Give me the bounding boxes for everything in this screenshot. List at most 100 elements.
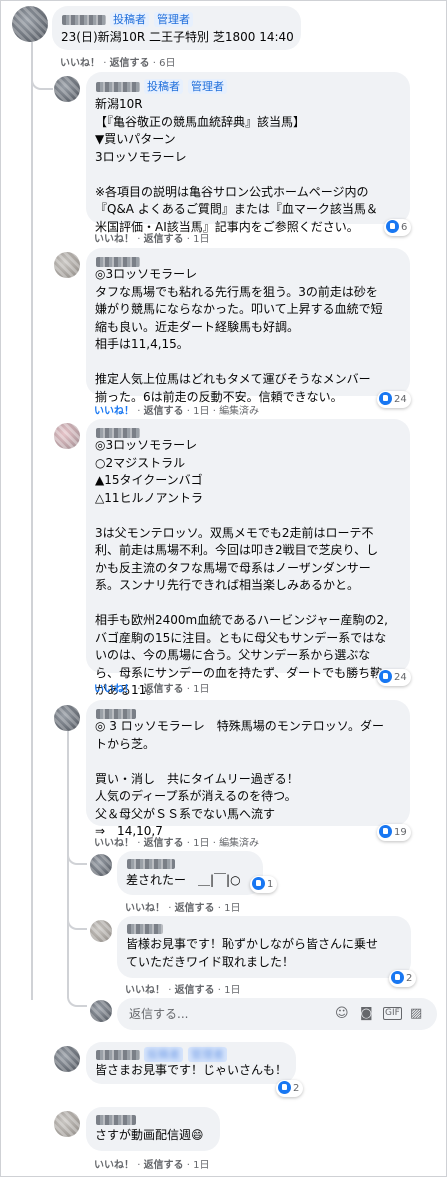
avatar[interactable] xyxy=(90,920,112,942)
poster-badge: 投稿者 xyxy=(144,1047,183,1062)
like-button[interactable]: いいね！ xyxy=(94,406,134,417)
reply-button[interactable]: 返信する xyxy=(110,58,150,69)
comment-actions: いいね！ · 返信する · 1日 xyxy=(94,1160,210,1171)
author-name[interactable] xyxy=(96,1050,140,1060)
avatar[interactable] xyxy=(54,252,80,278)
comment-actions: いいね！ · 返信する · 1日 · 編集済み xyxy=(94,838,260,849)
thread-line xyxy=(67,987,87,1007)
comment-actions: いいね！ · 返信する · 1日 · 編集済み xyxy=(94,406,260,417)
reaction-count[interactable]: 1 xyxy=(250,876,278,893)
comment-text: 皆さまお見事です！じゃいさんも！ xyxy=(95,1063,288,1077)
sticker-icon[interactable]: ▨ xyxy=(410,1007,422,1021)
reply-button[interactable]: 返信する xyxy=(144,1160,184,1171)
reply-button[interactable]: 返信する xyxy=(144,406,184,417)
reaction-count[interactable]: 2 xyxy=(276,1080,304,1097)
author-name[interactable] xyxy=(96,1115,136,1125)
timestamp[interactable]: 1日 xyxy=(193,684,209,695)
comment-bubble: 皆様お見事です！恥ずかしながら皆さんに乗せ ていただきワイド取れました！ xyxy=(117,916,411,978)
reaction-count[interactable]: 24 xyxy=(377,391,411,408)
reply-button[interactable]: 返信する xyxy=(144,684,184,695)
reply-button[interactable]: 返信する xyxy=(144,234,184,245)
reaction-count[interactable]: 6 xyxy=(384,219,412,236)
admin-badge: 管理者 xyxy=(188,1047,227,1062)
like-reaction-icon xyxy=(278,1081,291,1094)
comment-bubble: 投稿者 管理者 皆さまお見事です！じゃいさんも！ xyxy=(86,1042,296,1084)
timestamp[interactable]: 6日 xyxy=(159,58,175,69)
like-reaction-icon xyxy=(391,971,404,984)
comment-actions: いいね！ · 返信する · 1日 xyxy=(94,684,210,695)
comment-bubble: 投稿者 管理者 23(日)新潟10R 二王子特別 芝1800 14:40 xyxy=(52,6,301,50)
comment-text: ◎3ロッソモラーレ タフな馬場でも粘れる先行馬を狙う。3の前走は砂を 嫌がり競馬… xyxy=(95,267,383,404)
comment-actions: いいね！ · 返信する · 6日 xyxy=(60,58,176,69)
like-reaction-icon xyxy=(386,220,399,233)
timestamp[interactable]: 1日 xyxy=(193,838,209,849)
avatar[interactable] xyxy=(54,1046,80,1072)
reply-input[interactable]: 返信する... xyxy=(129,1005,188,1022)
comment-text: ◎ 3 ロッソモラーレ 特殊馬場のモンテロッソ。ダー トから芝。 買い・消し 共… xyxy=(95,719,385,838)
like-button[interactable]: いいね！ xyxy=(94,684,134,695)
comment-text: 皆様お見事です！恥ずかしながら皆さんに乗せ ていただきワイド取れました！ xyxy=(126,937,379,969)
comment-bubble: 差されたー ＿|￣|○ xyxy=(117,851,263,895)
reply-input-box[interactable]: 返信する... ☺ ◙ GIF ▨ xyxy=(117,998,437,1030)
like-reaction-icon xyxy=(379,392,392,405)
author-name[interactable] xyxy=(62,15,106,25)
comment-bubble: 投稿者 管理者 新潟10R 【『亀谷敬正の競馬血統辞典』該当馬】 ▼買いパターン… xyxy=(86,72,410,234)
avatar[interactable] xyxy=(54,705,80,731)
comment-bubble: ◎3ロッソモラーレ タフな馬場でも粘れる先行馬を狙う。3の前走は砂を 嫌がり競馬… xyxy=(86,248,410,404)
comment-text: さすが動画配信週😄 xyxy=(95,1128,204,1142)
comment-text: ◎3ロッソモラーレ ○2マジストラル ▲15タイクーンバゴ △11ヒルノアントラ… xyxy=(95,438,388,697)
gif-icon[interactable]: GIF xyxy=(383,1007,402,1020)
like-button[interactable]: いいね！ xyxy=(60,58,100,69)
poster-badge: 投稿者 xyxy=(144,79,183,94)
thread-line xyxy=(31,40,33,1000)
reaction-count[interactable]: 24 xyxy=(377,669,411,686)
like-reaction-icon xyxy=(252,877,265,890)
avatar xyxy=(90,1000,112,1022)
timestamp[interactable]: 1日 xyxy=(193,1160,209,1171)
like-button[interactable]: いいね！ xyxy=(94,838,134,849)
comment-bubble: さすが動画配信週😄 xyxy=(86,1107,220,1151)
thread-line xyxy=(67,728,69,998)
timestamp[interactable]: 1日 xyxy=(224,903,240,914)
avatar[interactable] xyxy=(54,423,80,449)
author-name[interactable] xyxy=(127,924,163,934)
reply-button[interactable]: 返信する xyxy=(175,903,215,914)
like-reaction-icon xyxy=(379,670,392,683)
reply-button[interactable]: 返信する xyxy=(144,838,184,849)
author-name[interactable] xyxy=(96,82,140,92)
reaction-count[interactable]: 2 xyxy=(389,970,417,987)
avatar[interactable] xyxy=(54,76,80,102)
timestamp[interactable]: 1日 xyxy=(193,406,209,417)
camera-icon[interactable]: ◙ xyxy=(360,1007,373,1021)
avatar[interactable] xyxy=(90,854,112,876)
like-button[interactable]: いいね！ xyxy=(125,985,165,996)
like-reaction-icon xyxy=(379,825,392,838)
thread-line xyxy=(67,910,87,930)
comment-actions: いいね！ · 返信する · 1日 xyxy=(125,903,241,914)
comment-actions: いいね！ · 返信する · 1日 xyxy=(94,234,210,245)
comment-actions: いいね！ · 返信する · 1日 xyxy=(125,985,241,996)
like-button[interactable]: いいね！ xyxy=(94,234,134,245)
author-name[interactable] xyxy=(127,859,175,869)
poster-badge: 投稿者 xyxy=(110,12,149,27)
comment-text: 23(日)新潟10R 二王子特別 芝1800 14:40 xyxy=(61,30,294,44)
timestamp[interactable]: 1日 xyxy=(193,234,209,245)
comment-bubble: ◎ 3 ロッソモラーレ 特殊馬場のモンテロッソ。ダー トから芝。 買い・消し 共… xyxy=(86,700,410,838)
avatar[interactable] xyxy=(54,1111,80,1137)
edited-label[interactable]: 編集済み xyxy=(219,838,259,849)
comment-bubble: ◎3ロッソモラーレ ○2マジストラル ▲15タイクーンバゴ △11ヒルノアントラ… xyxy=(86,419,410,697)
admin-badge: 管理者 xyxy=(188,79,227,94)
thread-line xyxy=(67,845,87,865)
comment-text: 差されたー ＿|￣|○ xyxy=(126,873,241,887)
emoji-icon[interactable]: ☺ xyxy=(335,1007,349,1021)
reply-button[interactable]: 返信する xyxy=(175,985,215,996)
timestamp[interactable]: 1日 xyxy=(224,985,240,996)
avatar[interactable] xyxy=(12,6,48,42)
reaction-count[interactable]: 19 xyxy=(377,824,411,841)
like-button[interactable]: いいね！ xyxy=(125,903,165,914)
thread-line xyxy=(31,68,53,90)
admin-badge: 管理者 xyxy=(154,12,193,27)
comment-text: 新潟10R 【『亀谷敬正の競馬血統辞典』該当馬】 ▼買いパターン 3ロッソモラー… xyxy=(95,97,378,234)
edited-label[interactable]: 編集済み xyxy=(219,406,259,417)
like-button[interactable]: いいね！ xyxy=(94,1160,134,1171)
